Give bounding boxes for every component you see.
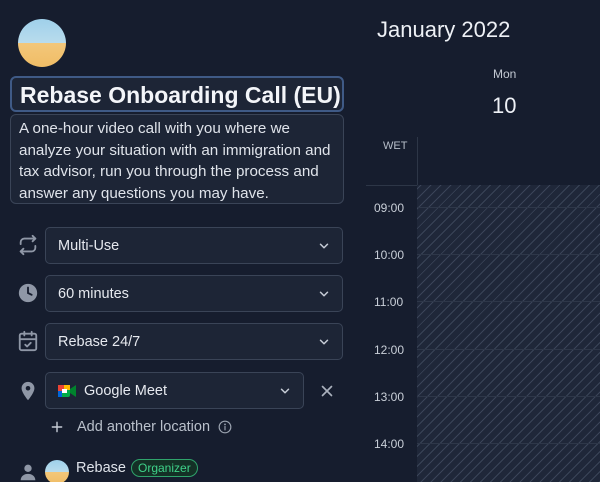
time-label: 11:00 [374, 295, 404, 309]
host-avatar [45, 460, 69, 482]
organizer-badge: Organizer [131, 459, 198, 477]
calendar-grid: WET 09:00 10:00 11:00 12:00 13:00 14:00 [366, 137, 600, 482]
chevron-down-icon [317, 287, 331, 301]
location-select[interactable]: Google Meet [45, 372, 304, 409]
time-label: 09:00 [374, 201, 405, 215]
chevron-down-icon [278, 384, 292, 398]
hour-line [417, 301, 600, 302]
chevron-down-icon [317, 335, 331, 349]
add-location-button[interactable]: Add another location [50, 417, 232, 437]
calendar-date[interactable]: 10 [492, 93, 516, 119]
clock-icon [17, 282, 39, 304]
unavailable-slots [417, 185, 600, 482]
hour-line [417, 207, 600, 208]
plus-icon [50, 420, 64, 434]
calendar-check-icon [17, 330, 39, 352]
location-value: Google Meet [84, 382, 168, 399]
schedule-select[interactable]: Rebase 24/7 [45, 323, 343, 360]
calendar-weekday: Mon [493, 67, 517, 81]
time-label: 14:00 [374, 437, 405, 451]
timezone-label: WET [383, 140, 408, 152]
time-label: 12:00 [374, 343, 405, 357]
add-location-label: Add another location [77, 419, 211, 435]
duration-value: 60 minutes [58, 285, 129, 302]
user-icon [17, 461, 39, 482]
organizer-avatar [18, 19, 66, 67]
event-type-select[interactable]: Multi-Use [45, 227, 343, 264]
time-label: 10:00 [374, 248, 405, 262]
hour-line [417, 254, 600, 255]
repeat-icon [17, 234, 39, 256]
time-label: 13:00 [374, 390, 405, 404]
google-meet-icon [58, 383, 76, 399]
event-title-input[interactable]: Rebase Onboarding Call (EU) [10, 76, 344, 112]
event-description-input[interactable]: A one-hour video call with you where we … [10, 114, 344, 204]
event-type-value: Multi-Use [58, 237, 120, 254]
map-pin-icon [17, 380, 39, 402]
host-name: Rebase [76, 460, 126, 476]
duration-select[interactable]: 60 minutes [45, 275, 343, 312]
remove-location-button[interactable] [318, 382, 336, 400]
grid-divider [417, 137, 418, 185]
hour-line [417, 396, 600, 397]
info-icon[interactable] [218, 420, 232, 434]
calendar-month: January 2022 [377, 17, 511, 42]
schedule-value: Rebase 24/7 [58, 333, 141, 350]
chevron-down-icon [317, 239, 331, 253]
hour-line [417, 349, 600, 350]
hour-line [417, 443, 600, 444]
